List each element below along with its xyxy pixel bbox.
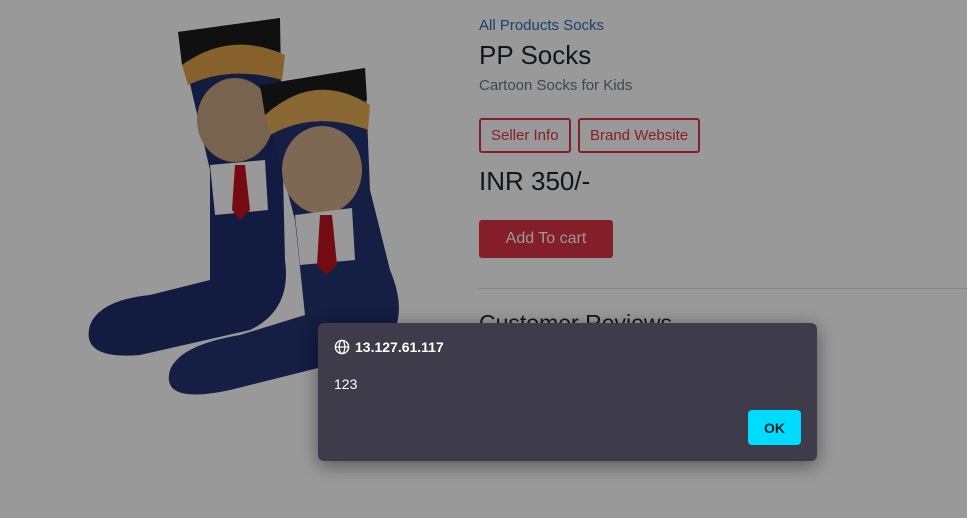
dialog-message: 123 [334, 376, 358, 392]
ok-button[interactable]: OK [748, 410, 801, 445]
globe-icon [334, 339, 350, 355]
alert-dialog: 13.127.61.117 123 OK [318, 323, 817, 461]
dialog-origin: 13.127.61.117 [334, 339, 444, 355]
product-page: All Products Socks PP Socks Cartoon Sock… [0, 0, 967, 518]
dialog-origin-text: 13.127.61.117 [355, 339, 444, 355]
